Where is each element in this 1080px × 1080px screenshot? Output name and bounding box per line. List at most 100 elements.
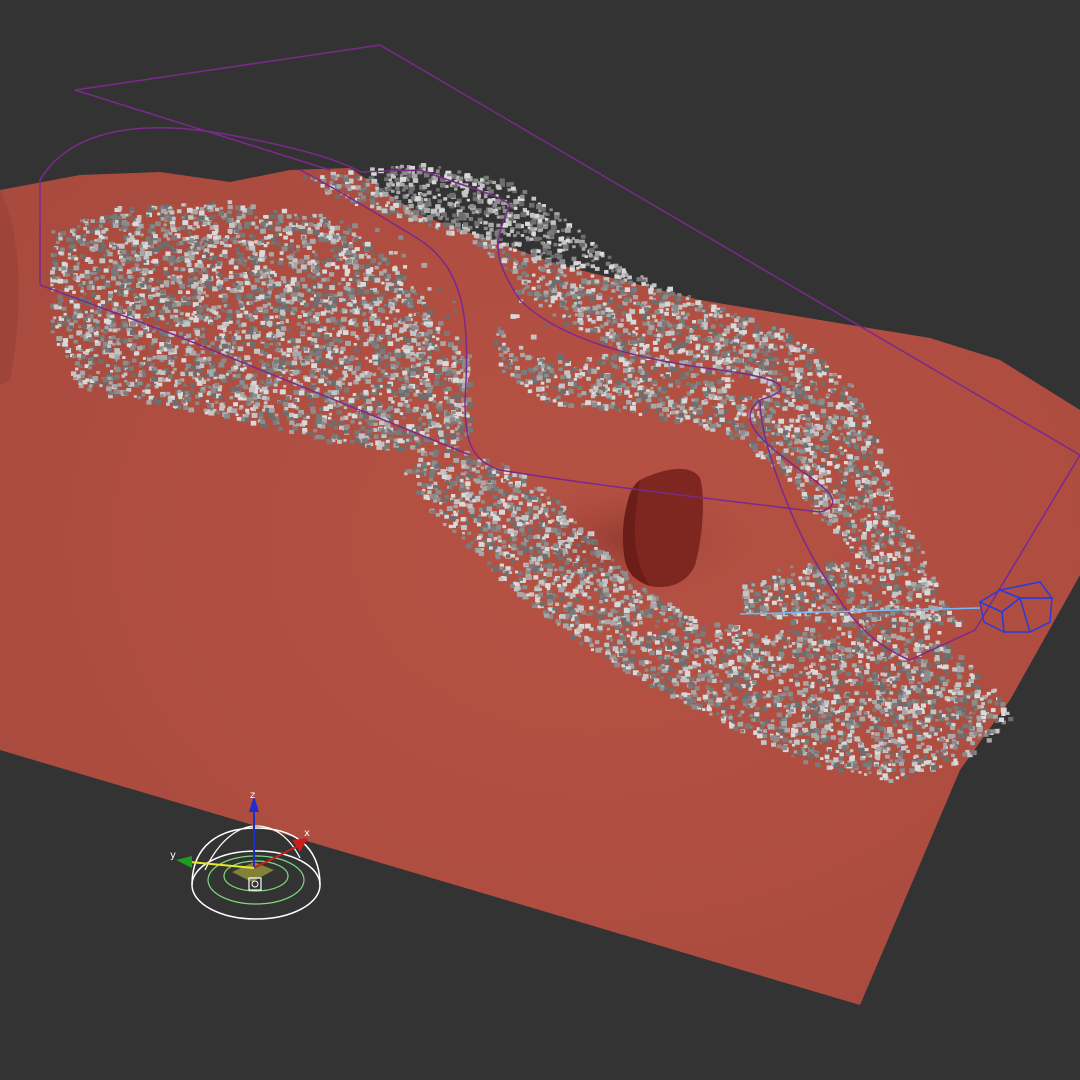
- particle: [696, 678, 701, 682]
- particle: [792, 649, 797, 653]
- particle: [424, 428, 430, 433]
- particle: [337, 330, 342, 334]
- particle: [969, 711, 972, 715]
- particle: [404, 316, 411, 322]
- particle: [148, 270, 153, 274]
- particle: [496, 223, 501, 228]
- particle: [612, 320, 617, 324]
- particle: [902, 543, 906, 546]
- particle: [624, 273, 629, 277]
- particle: [707, 641, 711, 645]
- particle: [623, 595, 629, 600]
- particle: [78, 325, 82, 329]
- particle: [453, 458, 459, 463]
- particle: [714, 413, 718, 417]
- particle: [728, 420, 732, 424]
- viewport-scene[interactable]: z x y: [0, 0, 1080, 1080]
- particle: [73, 319, 78, 324]
- particle: [592, 563, 597, 568]
- particle: [559, 259, 566, 265]
- particle: [293, 356, 298, 360]
- particle: [74, 361, 80, 366]
- particle: [406, 438, 410, 442]
- particle: [443, 197, 448, 201]
- particle: [401, 188, 406, 192]
- particle: [297, 297, 303, 303]
- particle: [532, 367, 538, 372]
- particle: [841, 567, 845, 571]
- particle: [642, 673, 649, 679]
- particle: [53, 316, 57, 320]
- particle: [371, 251, 375, 255]
- particle: [767, 354, 773, 360]
- particle: [827, 749, 832, 753]
- particle: [67, 256, 72, 260]
- particle: [100, 216, 104, 220]
- particle: [269, 315, 274, 320]
- particle: [130, 373, 136, 378]
- particle: [668, 399, 674, 405]
- particle: [633, 385, 637, 388]
- particle: [940, 687, 946, 692]
- particle: [96, 221, 100, 224]
- particle: [879, 738, 884, 742]
- particle: [272, 389, 278, 393]
- particle: [853, 510, 857, 514]
- particle: [195, 206, 199, 210]
- particle: [333, 426, 338, 430]
- particle: [476, 522, 481, 527]
- particle: [99, 258, 106, 264]
- particle: [861, 450, 867, 455]
- particle: [506, 195, 510, 198]
- particle: [667, 286, 673, 292]
- particle: [889, 486, 894, 491]
- particle: [874, 737, 880, 742]
- particle: [396, 294, 402, 299]
- particle: [804, 627, 809, 631]
- particle: [358, 421, 362, 425]
- particle: [468, 427, 474, 433]
- particle: [587, 318, 592, 322]
- particle: [365, 379, 371, 384]
- particle: [132, 247, 137, 251]
- particle: [445, 422, 449, 426]
- particle: [738, 349, 745, 355]
- particle: [199, 207, 205, 211]
- particle: [799, 671, 803, 674]
- particle: [535, 598, 540, 603]
- 3d-viewport[interactable]: z x y: [0, 0, 1080, 1080]
- particle: [916, 604, 920, 608]
- particle: [188, 268, 194, 273]
- particle: [695, 300, 701, 305]
- particle: [779, 328, 785, 333]
- particle: [375, 202, 379, 206]
- particle: [806, 363, 811, 368]
- particle: [372, 372, 377, 377]
- particle: [358, 254, 365, 259]
- particle: [275, 220, 280, 225]
- particle: [576, 271, 582, 276]
- particle: [188, 215, 194, 220]
- particle: [865, 663, 870, 667]
- particle: [281, 301, 286, 305]
- particle: [214, 316, 218, 320]
- particle: [508, 495, 513, 499]
- particle: [148, 346, 154, 350]
- particle: [790, 593, 796, 598]
- particle: [619, 351, 624, 356]
- particle: [789, 381, 795, 386]
- particle: [251, 290, 255, 294]
- particle: [173, 317, 180, 323]
- particle: [330, 262, 336, 266]
- particle: [889, 759, 893, 763]
- particle: [604, 270, 609, 274]
- particle: [706, 678, 713, 683]
- particle: [573, 520, 578, 524]
- particle: [493, 502, 497, 506]
- particle: [766, 615, 772, 620]
- particle: [522, 585, 528, 590]
- particle: [386, 201, 390, 205]
- particle: [772, 668, 777, 672]
- particle: [262, 303, 268, 309]
- particle: [343, 256, 347, 260]
